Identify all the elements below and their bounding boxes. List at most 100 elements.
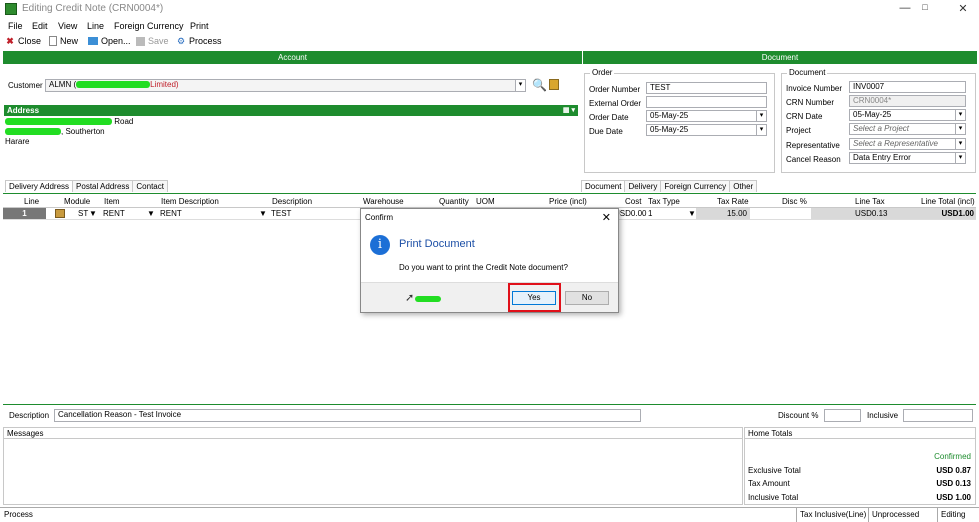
dialog-footer-redaction — [415, 296, 441, 302]
col-item-description[interactable]: Item Description — [161, 197, 219, 206]
cancel-reason-dropdown-icon[interactable]: ▾ — [955, 153, 965, 163]
search-icon[interactable]: 🔍 — [532, 78, 547, 92]
col-tax-rate[interactable]: Tax Rate — [717, 197, 749, 206]
col-line-tax[interactable]: Line Tax — [855, 197, 885, 206]
tab-delivery-address[interactable]: Delivery Address — [5, 180, 74, 192]
tab-postal-address[interactable]: Postal Address — [72, 180, 134, 192]
order-date-value: 05-May-25 — [650, 111, 689, 120]
col-description[interactable]: Description — [272, 197, 312, 206]
new-button[interactable]: New — [49, 36, 78, 46]
status-mode: Editing — [937, 508, 979, 522]
representative-dropdown-icon[interactable]: ▾ — [955, 139, 965, 149]
tab-other[interactable]: Other — [729, 180, 758, 192]
folder-icon — [88, 37, 98, 45]
col-warehouse[interactable]: Warehouse — [363, 197, 404, 206]
close-window-button[interactable]: ✕ — [955, 2, 971, 15]
address-menu-icon[interactable]: ▦ ▾ — [563, 105, 575, 116]
save-button[interactable]: Save — [136, 36, 169, 46]
crn-date-field[interactable]: 05-May-25 ▾ — [849, 109, 966, 121]
col-cost[interactable]: Cost — [625, 197, 641, 206]
menu-file[interactable]: File — [8, 21, 23, 31]
maximize-button[interactable]: □ — [917, 2, 933, 12]
inclusive-label: Inclusive — [867, 411, 899, 420]
exclusive-total-value: USD 0.87 — [936, 466, 971, 475]
tab-document[interactable]: Document — [581, 180, 626, 192]
col-item[interactable]: Item — [104, 197, 120, 206]
order-group-title: Order — [590, 68, 615, 77]
due-date-field[interactable]: 05-May-25 ▾ — [646, 124, 767, 136]
customer-lookup-icon[interactable] — [549, 79, 559, 90]
col-tax-type[interactable]: Tax Type — [648, 197, 680, 206]
status-state: Unprocessed — [868, 508, 922, 522]
menu-print[interactable]: Print — [190, 21, 209, 31]
order-number-field[interactable]: TEST — [646, 82, 767, 94]
status-confirmed: Confirmed — [934, 452, 971, 461]
col-quantity[interactable]: Quantity — [439, 197, 469, 206]
row-item-description[interactable]: RENT — [160, 209, 182, 218]
status-process: Process — [4, 510, 33, 519]
due-date-label: Due Date — [589, 127, 623, 136]
cancel-reason-select[interactable]: Data Entry Error ▾ — [849, 152, 966, 164]
customer-name-redaction — [76, 81, 151, 89]
row-line-number[interactable]: 1 — [3, 208, 46, 219]
account-section-header: Account — [3, 51, 582, 64]
dialog-close-icon[interactable]: ✕ — [602, 211, 611, 224]
open-button[interactable]: Open... — [88, 36, 131, 46]
discount-field[interactable] — [824, 409, 861, 422]
totals-cells: USD0.13 USD1.00 — [811, 208, 976, 219]
crn-date-dropdown-icon[interactable]: ▾ — [955, 110, 965, 120]
row-tax-type[interactable]: 1 — [648, 209, 652, 218]
representative-select[interactable]: Select a Representative ▾ — [849, 138, 966, 150]
tab-delivery[interactable]: Delivery — [624, 180, 662, 192]
row-item[interactable]: RENT — [103, 209, 125, 218]
col-uom[interactable]: UOM — [476, 197, 495, 206]
menu-edit[interactable]: Edit — [32, 21, 48, 31]
menu-foreign-currency[interactable]: Foreign Currency — [114, 21, 184, 31]
invoice-number-field[interactable]: INV0007 — [849, 81, 966, 93]
col-line-total[interactable]: Line Total (incl) — [921, 197, 975, 206]
cancel-reason-label: Cancel Reason — [786, 155, 841, 164]
close-button[interactable]: ✖ Close — [5, 36, 41, 46]
col-price[interactable]: Price (incl) — [549, 197, 587, 206]
menu-view[interactable]: View — [58, 21, 77, 31]
tab-foreign-currency[interactable]: Foreign Currency — [660, 180, 731, 192]
grid-header: Line Module Item Item Description Descri… — [3, 196, 976, 208]
customer-dropdown-icon[interactable]: ▾ — [515, 80, 525, 91]
no-button[interactable]: No — [565, 291, 609, 305]
order-date-field[interactable]: 05-May-25 ▾ — [646, 110, 767, 122]
address-line-1: Road — [5, 117, 133, 126]
description-field[interactable]: Cancellation Reason - Test Invoice — [54, 409, 641, 422]
process-button[interactable]: ⚙ Process — [176, 36, 222, 46]
col-line[interactable]: Line — [24, 197, 39, 206]
col-module[interactable]: Module — [64, 197, 90, 206]
module-dropdown-icon[interactable]: ▼ — [89, 209, 97, 218]
item-dropdown-icon[interactable]: ▼ — [147, 209, 155, 218]
row-module[interactable]: ST — [78, 209, 88, 218]
messages-panel: Messages — [3, 427, 743, 505]
external-order-field[interactable] — [646, 96, 767, 108]
row-description[interactable]: TEST — [271, 209, 291, 218]
customer-code: ALMN ( — [49, 80, 77, 89]
order-date-dropdown-icon[interactable]: ▾ — [756, 111, 766, 121]
col-disc[interactable]: Disc % — [782, 197, 807, 206]
inclusive-field[interactable] — [903, 409, 973, 422]
invoice-number-label: Invoice Number — [786, 84, 843, 93]
tab-contact[interactable]: Contact — [132, 180, 168, 192]
item-description-dropdown-icon[interactable]: ▼ — [259, 209, 267, 218]
project-select[interactable]: Select a Project ▾ — [849, 123, 966, 135]
address-title: Address — [7, 106, 40, 115]
due-date-dropdown-icon[interactable]: ▾ — [756, 125, 766, 135]
window-title: Editing Credit Note (CRN0004*) — [22, 3, 164, 14]
customer-field[interactable]: ALMN (Limited) ▾ — [45, 79, 526, 92]
tax-amount-value: USD 0.13 — [936, 479, 971, 488]
dialog-footer: ➚ Yes No — [361, 282, 618, 312]
dialog-title: Confirm — [365, 213, 394, 222]
address-line-2: , Southerton — [5, 127, 105, 136]
description-label: Description — [9, 411, 50, 420]
menu-line[interactable]: Line — [87, 21, 104, 31]
tax-type-dropdown-icon[interactable]: ▼ — [688, 209, 696, 218]
minimize-button[interactable]: — — [897, 2, 913, 14]
address-redaction-1 — [5, 118, 112, 126]
project-dropdown-icon[interactable]: ▾ — [955, 124, 965, 134]
new-document-icon — [49, 36, 57, 46]
